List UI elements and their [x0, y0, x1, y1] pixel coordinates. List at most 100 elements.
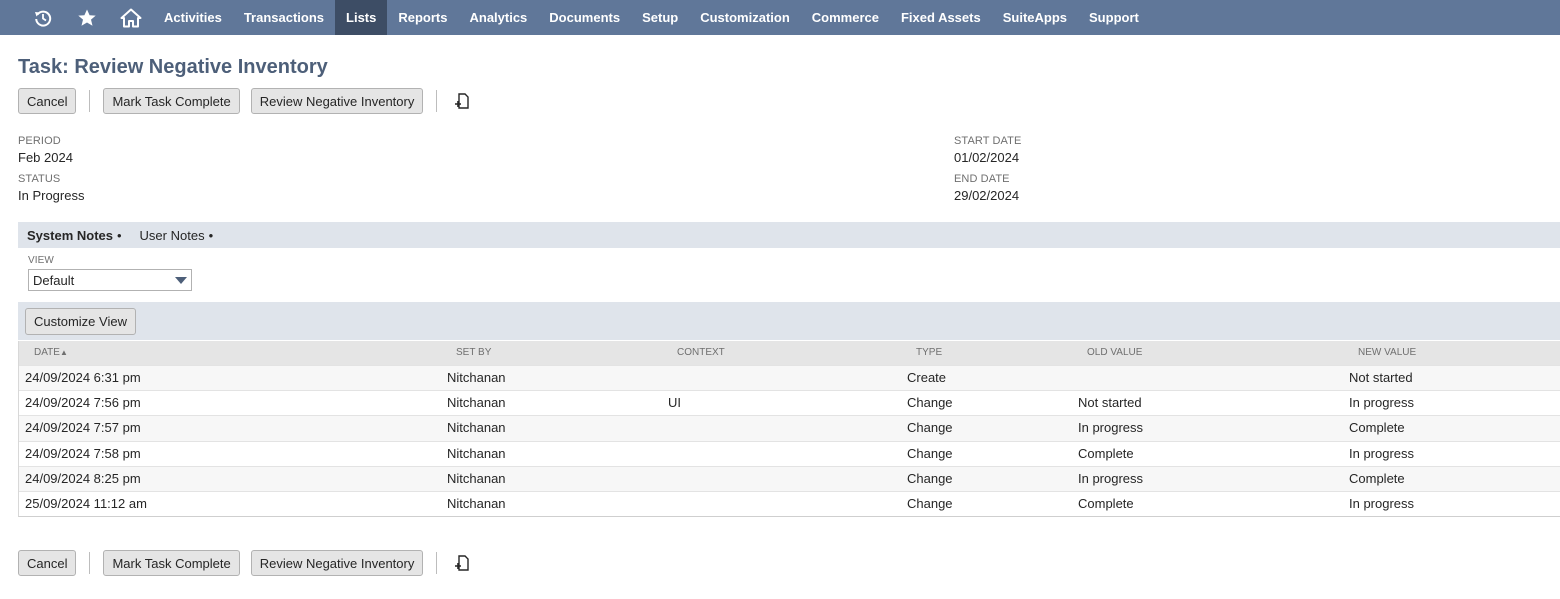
review-negative-inventory-button[interactable]: Review Negative Inventory: [250, 88, 424, 114]
customize-view-button[interactable]: Customize View: [25, 308, 136, 335]
cell-new-value: In progress: [1349, 395, 1415, 411]
cell-date: 25/09/2024 11:12 am: [25, 495, 147, 511]
mark-task-complete-button-bottom[interactable]: Mark Task Complete: [103, 550, 240, 576]
nav-item-support[interactable]: Support: [1078, 0, 1150, 35]
cell-type: Change: [907, 495, 953, 511]
cell-new-value: Complete: [1349, 420, 1405, 436]
column-header-date[interactable]: DATE▲: [34, 347, 68, 358]
cell-new-value: In progress: [1349, 445, 1415, 461]
cell-type: Create: [907, 370, 947, 385]
nav-item-documents[interactable]: Documents: [538, 0, 631, 35]
nav-item-fixed-assets[interactable]: Fixed Assets: [890, 0, 992, 35]
table-row[interactable]: 25/09/2024 11:12 am Nitchanan Change Comple…: [19, 490, 1560, 517]
top-action-bar: Cancel Mark Task Complete Review Negativ…: [18, 88, 472, 114]
cell-set-by: Nitchanan: [447, 495, 506, 511]
nav-item-analytics[interactable]: Analytics: [458, 0, 538, 35]
page-title: Task: Review Negative Inventory: [18, 56, 328, 78]
button-divider: [89, 552, 91, 574]
cell-set-by: Nitchanan: [447, 470, 506, 486]
cell-date: 24/09/2024 8:25 pm: [25, 470, 141, 486]
cell-type: Change: [907, 470, 953, 486]
mark-task-complete-button[interactable]: Mark Task Complete: [103, 88, 240, 114]
top-navigation-bar: Activities Transactions Lists Reports Analyt…: [0, 0, 1560, 35]
cell-type: Change: [907, 420, 953, 436]
table-row[interactable]: 24/09/2024 7:56 pm Nitchanan UI Change Not s…: [19, 390, 1560, 416]
column-header-type[interactable]: TYPE: [916, 347, 942, 358]
list-toolbar: Customize View: [18, 302, 1560, 340]
cell-old-value: Complete: [1078, 445, 1134, 461]
cell-set-by: Nitchanan: [447, 445, 506, 461]
nav-item-suiteapps[interactable]: SuiteApps: [992, 0, 1078, 35]
status-label: STATUS: [18, 173, 61, 185]
tab-system-notes-dot: •: [116, 227, 122, 243]
nav-item-customization[interactable]: Customization: [689, 0, 801, 35]
cell-new-value: In progress: [1349, 495, 1415, 511]
column-header-set-by[interactable]: SET BY: [456, 347, 491, 358]
status-field: STATUS In Progress: [18, 173, 84, 203]
table-row[interactable]: 24/09/2024 7:58 pm Nitchanan Change Complet…: [19, 440, 1560, 466]
tab-user-notes-label: User Notes: [139, 227, 205, 243]
cell-old-value: In progress: [1078, 470, 1144, 486]
system-notes-table: DATE▲ SET BY CONTEXT TYPE OLD VALUE NEW …: [18, 341, 1560, 518]
cell-date: 24/09/2024 7:58 pm: [25, 445, 141, 461]
cell-date: 24/09/2024 6:31 pm: [25, 370, 141, 385]
star-icon[interactable]: [65, 0, 109, 35]
nav-item-transactions[interactable]: Transactions: [233, 0, 335, 35]
end-date-value: 29/02/2024: [954, 188, 1020, 203]
button-divider: [89, 90, 91, 112]
print-icon[interactable]: [454, 554, 472, 572]
table-row[interactable]: 24/09/2024 8:25 pm Nitchanan Change In prog…: [19, 465, 1560, 491]
cell-new-value: Complete: [1349, 470, 1405, 486]
end-date-field: END DATE 29/02/2024: [954, 173, 1019, 203]
cell-set-by: Nitchanan: [447, 420, 506, 436]
tab-user-notes[interactable]: User Notes •: [131, 222, 223, 248]
cell-set-by: Nitchanan: [447, 395, 506, 411]
start-date-field: START DATE 01/02/2024: [954, 135, 1021, 165]
period-field: PERIOD Feb 2024: [18, 135, 73, 165]
cell-date: 24/09/2024 7:56 pm: [25, 395, 141, 411]
column-header-old-value[interactable]: OLD VALUE: [1087, 347, 1142, 358]
home-icon[interactable]: [109, 0, 153, 35]
cell-type: Change: [907, 395, 953, 411]
end-date-label: END DATE: [954, 173, 1010, 185]
table-body: 24/09/2024 6:31 pm Nitchanan Create Not sta…: [19, 365, 1560, 517]
column-header-new-value[interactable]: NEW VALUE: [1358, 347, 1416, 358]
tab-system-notes-label: System Notes: [27, 227, 113, 243]
start-date-label: START DATE: [954, 135, 1022, 147]
tab-user-notes-dot: •: [208, 227, 214, 243]
view-select[interactable]: Default: [28, 269, 192, 291]
view-selected-value: Default: [33, 272, 75, 288]
nav-item-lists[interactable]: Lists: [335, 0, 388, 35]
nav-item-setup[interactable]: Setup: [631, 0, 689, 35]
table-header: DATE▲ SET BY CONTEXT TYPE OLD VALUE NEW …: [19, 341, 1560, 365]
start-date-value: 01/02/2024: [954, 150, 1020, 165]
cell-set-by: Nitchanan: [447, 370, 506, 385]
period-value: Feb 2024: [18, 150, 73, 165]
review-negative-inventory-button-bottom[interactable]: Review Negative Inventory: [250, 550, 424, 576]
subtab-bar: System Notes • User Notes •: [18, 222, 1560, 248]
status-value: In Progress: [18, 188, 85, 203]
button-divider: [436, 552, 438, 574]
chevron-down-icon: [175, 276, 187, 284]
cell-type: Change: [907, 445, 953, 461]
print-icon[interactable]: [454, 92, 472, 110]
nav-item-activities[interactable]: Activities: [153, 0, 233, 35]
cell-old-value: Not started: [1078, 395, 1142, 411]
tab-system-notes[interactable]: System Notes •: [18, 222, 131, 248]
table-row[interactable]: 24/09/2024 7:57 pm Nitchanan Change In prog…: [19, 415, 1560, 441]
cell-date: 24/09/2024 7:57 pm: [25, 420, 141, 436]
nav-item-reports[interactable]: Reports: [387, 0, 458, 35]
nav-item-commerce[interactable]: Commerce: [801, 0, 890, 35]
recent-records-icon[interactable]: [21, 0, 65, 35]
cell-new-value: Not started: [1349, 370, 1413, 385]
period-label: PERIOD: [18, 135, 61, 147]
bottom-action-bar: Cancel Mark Task Complete Review Negativ…: [18, 550, 472, 576]
cell-context: UI: [668, 395, 681, 411]
column-header-context[interactable]: CONTEXT: [677, 347, 725, 358]
main-menu: Activities Transactions Lists Reports Analyt…: [153, 0, 1150, 35]
cancel-button-bottom[interactable]: Cancel: [18, 550, 77, 576]
table-row[interactable]: 24/09/2024 6:31 pm Nitchanan Create Not sta…: [19, 365, 1560, 391]
cancel-button[interactable]: Cancel: [18, 88, 77, 114]
sort-ascending-icon: ▲: [59, 348, 68, 357]
view-label: VIEW: [28, 255, 54, 266]
